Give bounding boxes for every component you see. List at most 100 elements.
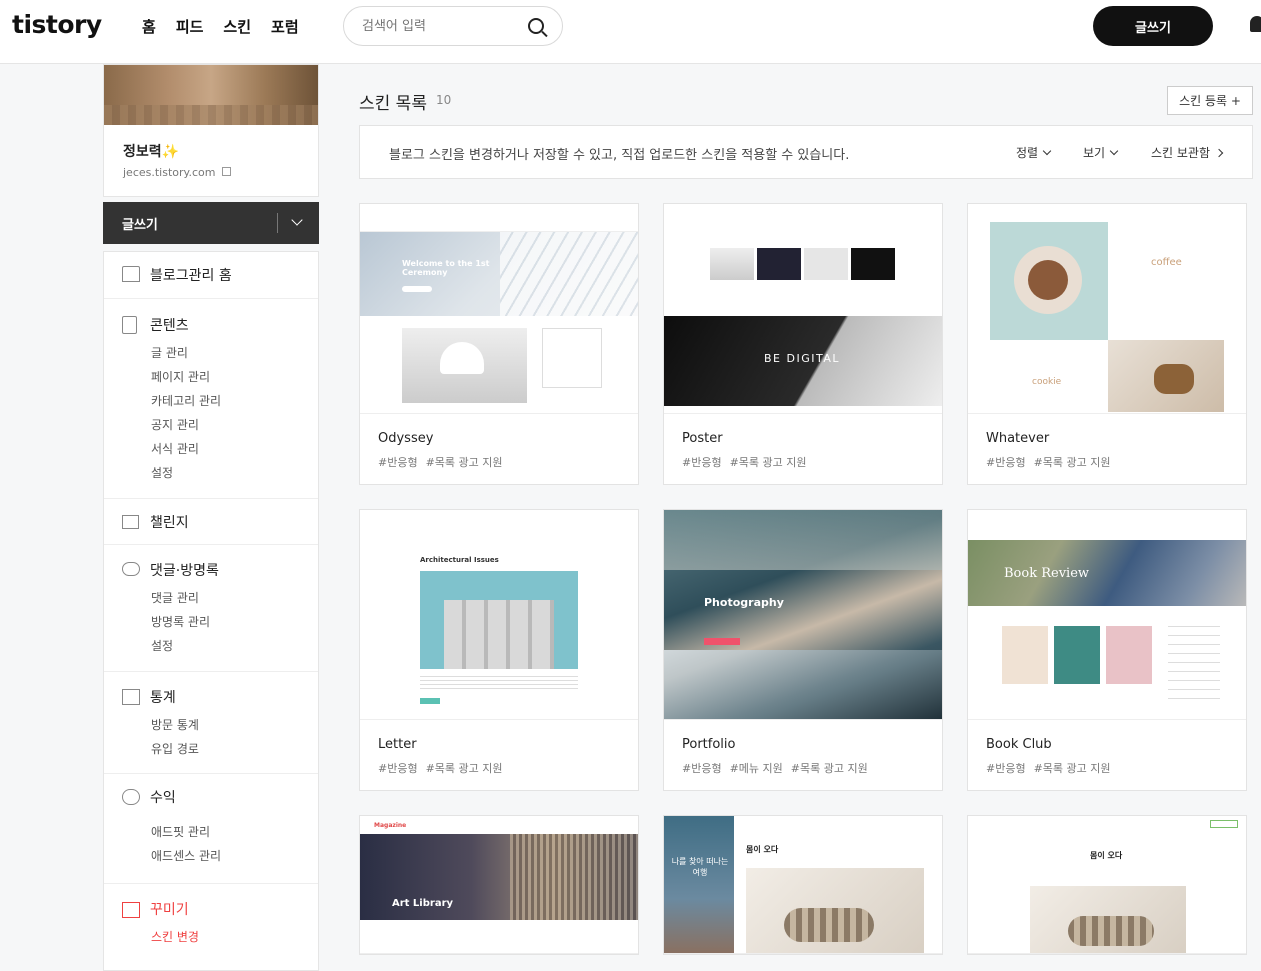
skin-card-magazine[interactable]: Magazine Art Library	[359, 815, 639, 955]
flag-icon	[122, 515, 139, 529]
home-icon	[122, 266, 140, 282]
sidebar-write-button[interactable]: 글쓰기	[103, 202, 319, 244]
skin-preview: BE DIGITAL	[664, 204, 942, 414]
skin-tag: #목록 광고 지원	[425, 456, 503, 469]
sidebar-item-comments[interactable]: 댓글·방명록	[150, 560, 219, 580]
search-icon[interactable]	[528, 18, 544, 34]
skin-name: Portfolio	[682, 737, 736, 752]
storage-label: 스킨 보관함	[1151, 146, 1211, 160]
sidebar-menu: 블로그관리 홈 콘텐츠 글 관리 페이지 관리 카테고리 관리 공지 관리 서식…	[103, 251, 319, 971]
sidebar-item-referrers[interactable]: 유입 경로	[151, 740, 199, 757]
sidebar-item-revenue[interactable]: 수익	[150, 787, 176, 807]
search-input[interactable]	[362, 16, 522, 36]
sidebar-item-guestbook-manage[interactable]: 방명록 관리	[151, 613, 210, 630]
sidebar-item-visit-stats[interactable]: 방문 통계	[151, 716, 199, 733]
chevron-down-icon[interactable]	[291, 214, 303, 226]
profile-url-text: jeces.tistory.com	[123, 166, 216, 179]
skin-card-odyssey[interactable]: Welcome to the 1st Ceremony Odyssey #반응형…	[359, 203, 639, 485]
skin-name: Book Club	[986, 737, 1052, 752]
sidebar-item-pages[interactable]: 페이지 관리	[151, 368, 210, 385]
sidebar-item-templates[interactable]: 서식 관리	[151, 440, 199, 457]
skin-tags: #반응형 #목록 광고 지원	[682, 454, 815, 470]
skin-name: Whatever	[986, 431, 1050, 446]
skin-preview: Architectural Issues	[360, 510, 638, 720]
sidebar-item-notices[interactable]: 공지 관리	[151, 416, 199, 433]
sidebar-section-content: 콘텐츠 글 관리 페이지 관리 카테고리 관리 공지 관리 서식 관리 설정	[104, 299, 318, 499]
profile-name[interactable]: 정보력✨	[123, 141, 179, 161]
skin-card-poster[interactable]: BE DIGITAL Poster #반응형 #목록 광고 지원	[663, 203, 943, 485]
sidebar-item-stats[interactable]: 통계	[150, 687, 176, 707]
external-link-icon	[221, 167, 231, 176]
info-text: 블로그 스킨을 변경하거나 저장할 수 있고, 직접 업로드한 스킨을 적용할 …	[389, 148, 850, 163]
page-title: 스킨 목록	[359, 94, 427, 114]
preview-title: Book Review	[1004, 566, 1090, 581]
sidebar-item-content-settings[interactable]: 설정	[151, 464, 173, 481]
preview-title: BE DIGITAL	[764, 352, 840, 365]
skin-preview: Book Review	[968, 510, 1246, 720]
sidebar-item-decorate[interactable]: 꾸미기	[150, 899, 189, 919]
skin-tags: #반응형 #목록 광고 지원	[378, 760, 511, 776]
preview-title: Photography	[704, 596, 784, 609]
preview-title: 몸이 오다	[746, 845, 779, 854]
document-icon	[122, 316, 137, 334]
skin-name: Odyssey	[378, 431, 434, 446]
skin-tag: #반응형	[378, 762, 418, 775]
skin-storage-link[interactable]: 스킨 보관함	[1151, 144, 1224, 161]
sidebar-item-posts[interactable]: 글 관리	[151, 344, 188, 361]
profile-url[interactable]: jeces.tistory.com	[123, 166, 231, 179]
sidebar-item-skin-change[interactable]: 스킨 변경	[151, 928, 199, 945]
sidebar-item-adfit[interactable]: 애드핏 관리	[151, 823, 210, 840]
nav-forum[interactable]: 포럼	[271, 16, 299, 37]
skin-card-whatever[interactable]: coffee cookie Whatever #반응형 #목록 광고 지원	[967, 203, 1247, 485]
nav-home[interactable]: 홈	[142, 16, 156, 37]
sidebar-item-categories[interactable]: 카테고리 관리	[151, 392, 221, 409]
preview-title: Architectural Issues	[420, 556, 499, 564]
skin-tags: #반응형 #목록 광고 지원	[986, 454, 1119, 470]
preview-title: 몸이 오다	[1090, 851, 1123, 860]
skin-preview: 몸이 오다	[968, 816, 1246, 954]
write-button[interactable]: 글쓰기	[1093, 6, 1213, 46]
bar-chart-icon	[122, 689, 140, 705]
skin-card-travel[interactable]: 나를 찾아 떠나는 여행 몸이 오다	[663, 815, 943, 955]
sidebar-item-content[interactable]: 콘텐츠	[150, 315, 189, 335]
sidebar-section-decorate: 꾸미기 스킨 변경	[104, 884, 318, 970]
sidebar-item-adsense[interactable]: 애드센스 관리	[151, 847, 221, 864]
skin-name: Letter	[378, 737, 417, 752]
skin-card-book-club[interactable]: Book Review Book Club #반응형 #목록 광고 지원	[967, 509, 1247, 791]
sidebar-item-comment-settings[interactable]: 설정	[151, 637, 173, 654]
profile-cover-image	[104, 65, 318, 125]
skin-card-blog[interactable]: 몸이 오다	[967, 815, 1247, 955]
divider	[277, 213, 278, 233]
nav-feed[interactable]: 피드	[176, 16, 204, 37]
sidebar-item-comment-manage[interactable]: 댓글 관리	[151, 589, 199, 606]
nav-skin[interactable]: 스킨	[223, 16, 251, 37]
sort-label: 정렬	[1016, 146, 1039, 160]
skin-preview: 나를 찾아 떠나는 여행 몸이 오다	[664, 816, 942, 954]
bell-icon[interactable]	[1250, 16, 1261, 32]
tistory-logo[interactable]: tistory	[12, 10, 102, 39]
sidebar-section-home: 블로그관리 홈	[104, 252, 318, 299]
preview-subtitle: cookie	[1032, 377, 1062, 387]
view-dropdown[interactable]: 보기	[1083, 144, 1119, 161]
sidebar-item-challenge[interactable]: 챌린지	[150, 512, 189, 532]
skin-tags: #반응형 #목록 광고 지원	[986, 760, 1119, 776]
sidebar-item-blog-home[interactable]: 블로그관리 홈	[150, 265, 232, 285]
register-skin-button[interactable]: 스킨 등록 +	[1167, 86, 1253, 115]
skin-tag: #반응형	[682, 456, 722, 469]
skin-tag: #반응형	[986, 456, 1026, 469]
info-bar: 블로그 스킨을 변경하거나 저장할 수 있고, 직접 업로드한 스킨을 적용할 …	[359, 125, 1253, 179]
sort-dropdown[interactable]: 정렬	[1016, 144, 1052, 161]
comment-icon	[122, 562, 140, 576]
sidebar-section-revenue: 수익 애드핏 관리 애드센스 관리	[104, 774, 318, 884]
sidebar-section-comments: 댓글·방명록 댓글 관리 방명록 관리 설정	[104, 545, 318, 672]
preview-title: coffee	[1151, 257, 1182, 268]
skin-card-letter[interactable]: Architectural Issues Letter #반응형 #목록 광고 지…	[359, 509, 639, 791]
sidebar: 정보력✨ jeces.tistory.com 글쓰기 블로그관리 홈 콘텐츠 글…	[103, 64, 319, 971]
sidebar-section-challenge: 챌린지	[104, 499, 318, 545]
profile-card: 정보력✨ jeces.tistory.com	[103, 64, 319, 197]
skin-tag: #반응형	[986, 762, 1026, 775]
preview-title: Welcome to the 1st Ceremony	[402, 259, 490, 277]
skin-card-portfolio[interactable]: Photography Portfolio #반응형 #메뉴 지원 #목록 광고 지…	[663, 509, 943, 791]
skin-tag: #반응형	[378, 456, 418, 469]
skin-tag: #목록 광고 지원	[425, 762, 503, 775]
